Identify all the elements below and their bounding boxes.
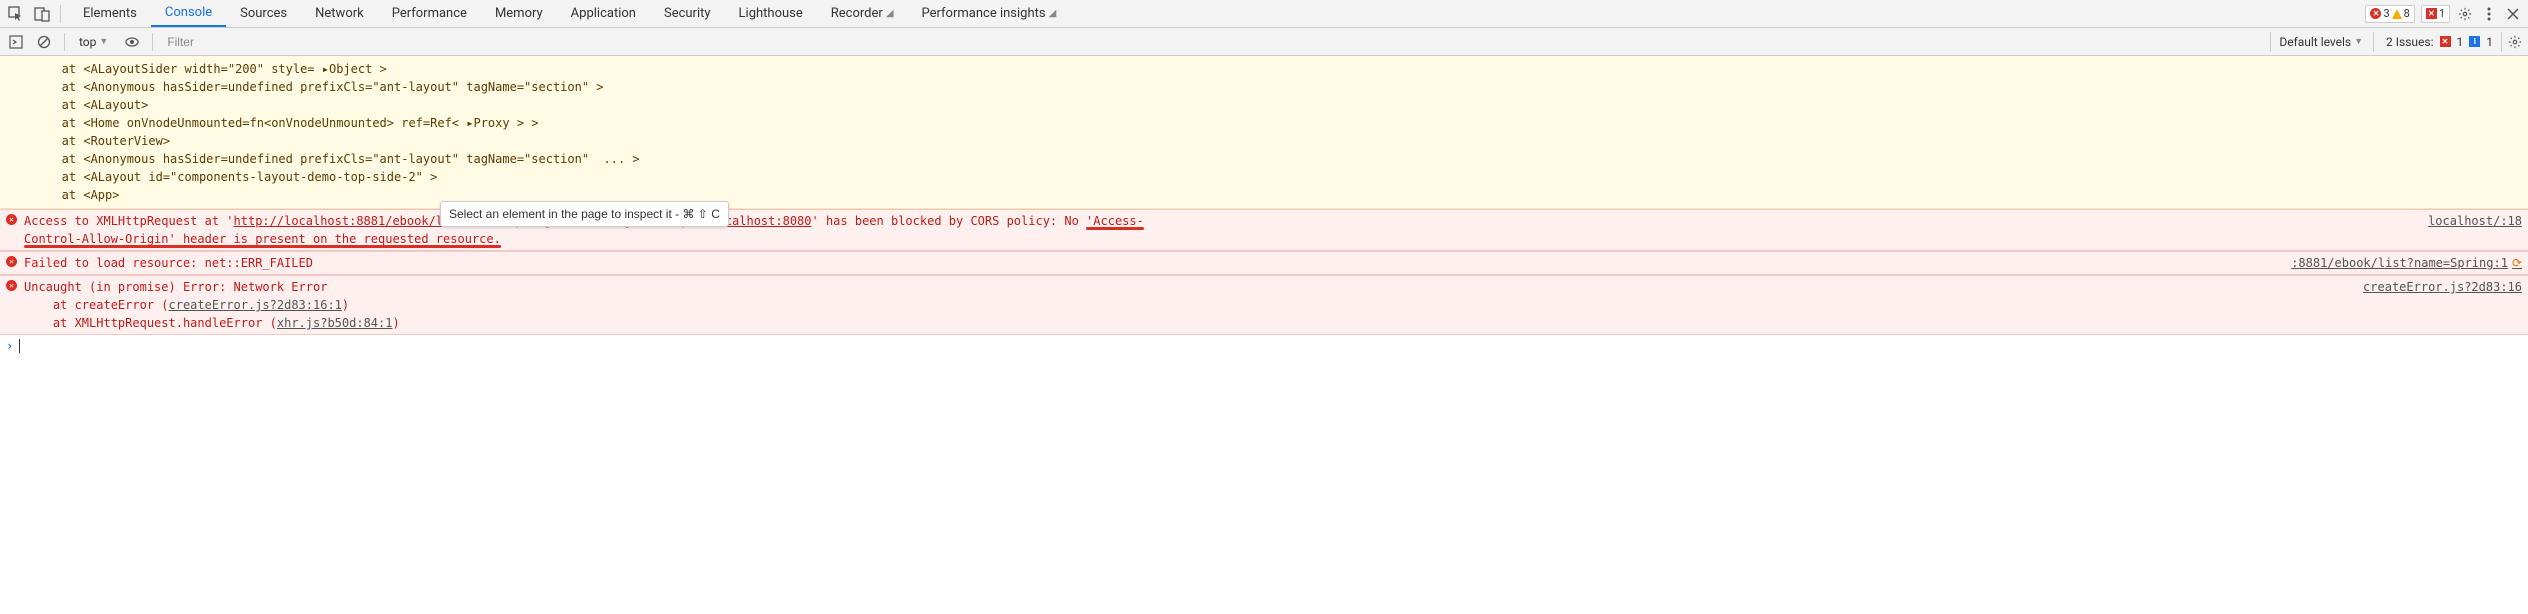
error-log-failed[interactable]: ✕ Failed to load resource: net::ERR_FAIL… <box>0 251 2528 275</box>
text-cursor <box>19 339 20 353</box>
error-icon: ✕ <box>2370 8 2381 19</box>
stack-line: at <Anonymous hasSider=undefined prefixC… <box>40 78 2528 96</box>
experimental-icon: ◢ <box>1049 8 1057 19</box>
console-subbar: top ▼ Default levels ▼ 2 Issues: ✕ 1 i1 <box>0 28 2528 56</box>
info-square-icon: i <box>2469 36 2480 47</box>
error-count: 3 <box>2383 7 2389 20</box>
tab-recorder[interactable]: Recorder◢ <box>817 0 908 27</box>
tab-application[interactable]: Application <box>557 0 650 27</box>
source-link[interactable]: createError.js?2d83:16 <box>2355 278 2522 332</box>
context-label: top <box>79 35 96 49</box>
console-log-area: at <ALayoutSider width="200" style= ▸Obj… <box>0 56 2528 357</box>
console-sidebar-toggle-icon[interactable] <box>4 30 28 54</box>
chevron-down-icon: ▼ <box>2354 36 2363 47</box>
error-log-cors[interactable]: ✕ Access to XMLHttpRequest at 'http://lo… <box>0 209 2528 251</box>
stack-source-link[interactable]: xhr.js?b50d:84:1 <box>277 316 393 330</box>
tab-memory[interactable]: Memory <box>481 0 557 27</box>
error-square-icon: ✕ <box>2440 36 2451 47</box>
warning-icon <box>2392 9 2402 19</box>
context-selector[interactable]: top ▼ <box>73 32 116 52</box>
tab-perf-insights[interactable]: Performance insights◢ <box>908 0 1071 27</box>
experimental-icon: ◢ <box>886 8 894 19</box>
error-warn-badge[interactable]: ✕3 8 <box>2365 5 2414 23</box>
tab-elements[interactable]: Elements <box>69 0 151 27</box>
toolbar-right: ✕3 8 ✕1 <box>2359 5 2528 23</box>
source-link[interactable]: localhost/:18 <box>2420 212 2522 248</box>
separator <box>152 33 153 51</box>
live-expression-icon[interactable] <box>120 30 144 54</box>
close-devtools-icon[interactable] <box>2504 5 2522 23</box>
tab-security[interactable]: Security <box>650 0 725 27</box>
settings-gear-icon[interactable] <box>2456 5 2474 23</box>
devtools-tabs: Elements Console Sources Network Perform… <box>69 0 2359 27</box>
tab-performance[interactable]: Performance <box>378 0 481 27</box>
levels-label: Default levels <box>2279 35 2351 49</box>
error-square-icon: ✕ <box>2426 8 2437 19</box>
inspect-tooltip: Select an element in the page to inspect… <box>440 201 729 227</box>
device-toggle-icon[interactable] <box>30 2 54 26</box>
issue-badge[interactable]: ✕1 <box>2421 5 2450 23</box>
error-log-uncaught[interactable]: ✕ Uncaught (in promise) Error: Network E… <box>0 275 2528 335</box>
stack-line: at <RouterView> <box>40 132 2528 150</box>
devtools-toolbar: Elements Console Sources Network Perform… <box>0 0 2528 28</box>
stack-source-link[interactable]: createError.js?2d83:16:1 <box>169 298 342 312</box>
error-icon: ✕ <box>6 214 20 248</box>
clear-console-icon[interactable] <box>32 30 56 54</box>
error-message: Uncaught (in promise) Error: Network Err… <box>20 278 2355 332</box>
filter-input[interactable] <box>161 32 2266 52</box>
warning-count: 8 <box>2404 7 2410 20</box>
console-prompt[interactable]: › <box>0 335 2528 357</box>
stack-line: at <ALayout> <box>40 96 2528 114</box>
console-settings-gear-icon[interactable] <box>2506 33 2524 51</box>
chevron-down-icon: ▼ <box>99 36 108 47</box>
tab-network[interactable]: Network <box>301 0 378 27</box>
separator <box>64 33 65 51</box>
error-message: Failed to load resource: net::ERR_FAILED <box>20 254 2283 272</box>
error-icon: ✕ <box>6 256 20 272</box>
issues-err-count: 1 <box>2457 35 2464 49</box>
stack-line: at <ALayoutSider width="200" style= ▸Obj… <box>40 60 2528 78</box>
tab-lighthouse[interactable]: Lighthouse <box>725 0 817 27</box>
issues-label: 2 Issues: <box>2386 35 2433 49</box>
separator <box>60 5 61 23</box>
tab-sources[interactable]: Sources <box>226 0 301 27</box>
toolbar-left <box>0 2 69 26</box>
tab-console[interactable]: Console <box>151 0 226 27</box>
stack-line: at <Home onVnodeUnmounted=fn<onVnodeUnmo… <box>40 114 2528 132</box>
stack-line: at <ALayout id="components-layout-demo-t… <box>40 168 2528 186</box>
prompt-caret-icon: › <box>6 337 13 355</box>
source-link[interactable]: :8881/ebook/list?name=Spring:1⟳ <box>2283 254 2522 272</box>
log-levels-selector[interactable]: Default levels ▼ <box>2270 32 2374 52</box>
inspect-element-icon[interactable] <box>4 2 28 26</box>
error-icon: ✕ <box>6 280 20 332</box>
error-message: Access to XMLHttpRequest at 'http://loca… <box>20 212 2420 248</box>
reload-icon[interactable]: ⟳ <box>2512 256 2522 270</box>
issues-info-count: 1 <box>2486 35 2493 49</box>
issue-count: 1 <box>2439 7 2445 20</box>
warning-log-entry[interactable]: at <ALayoutSider width="200" style= ▸Obj… <box>0 56 2528 209</box>
stack-line: at <App> <box>40 186 2528 204</box>
issues-counter[interactable]: 2 Issues: ✕ 1 i1 <box>2378 32 2502 52</box>
kebab-menu-icon[interactable] <box>2480 5 2498 23</box>
stack-line: at <Anonymous hasSider=undefined prefixC… <box>40 150 2528 168</box>
